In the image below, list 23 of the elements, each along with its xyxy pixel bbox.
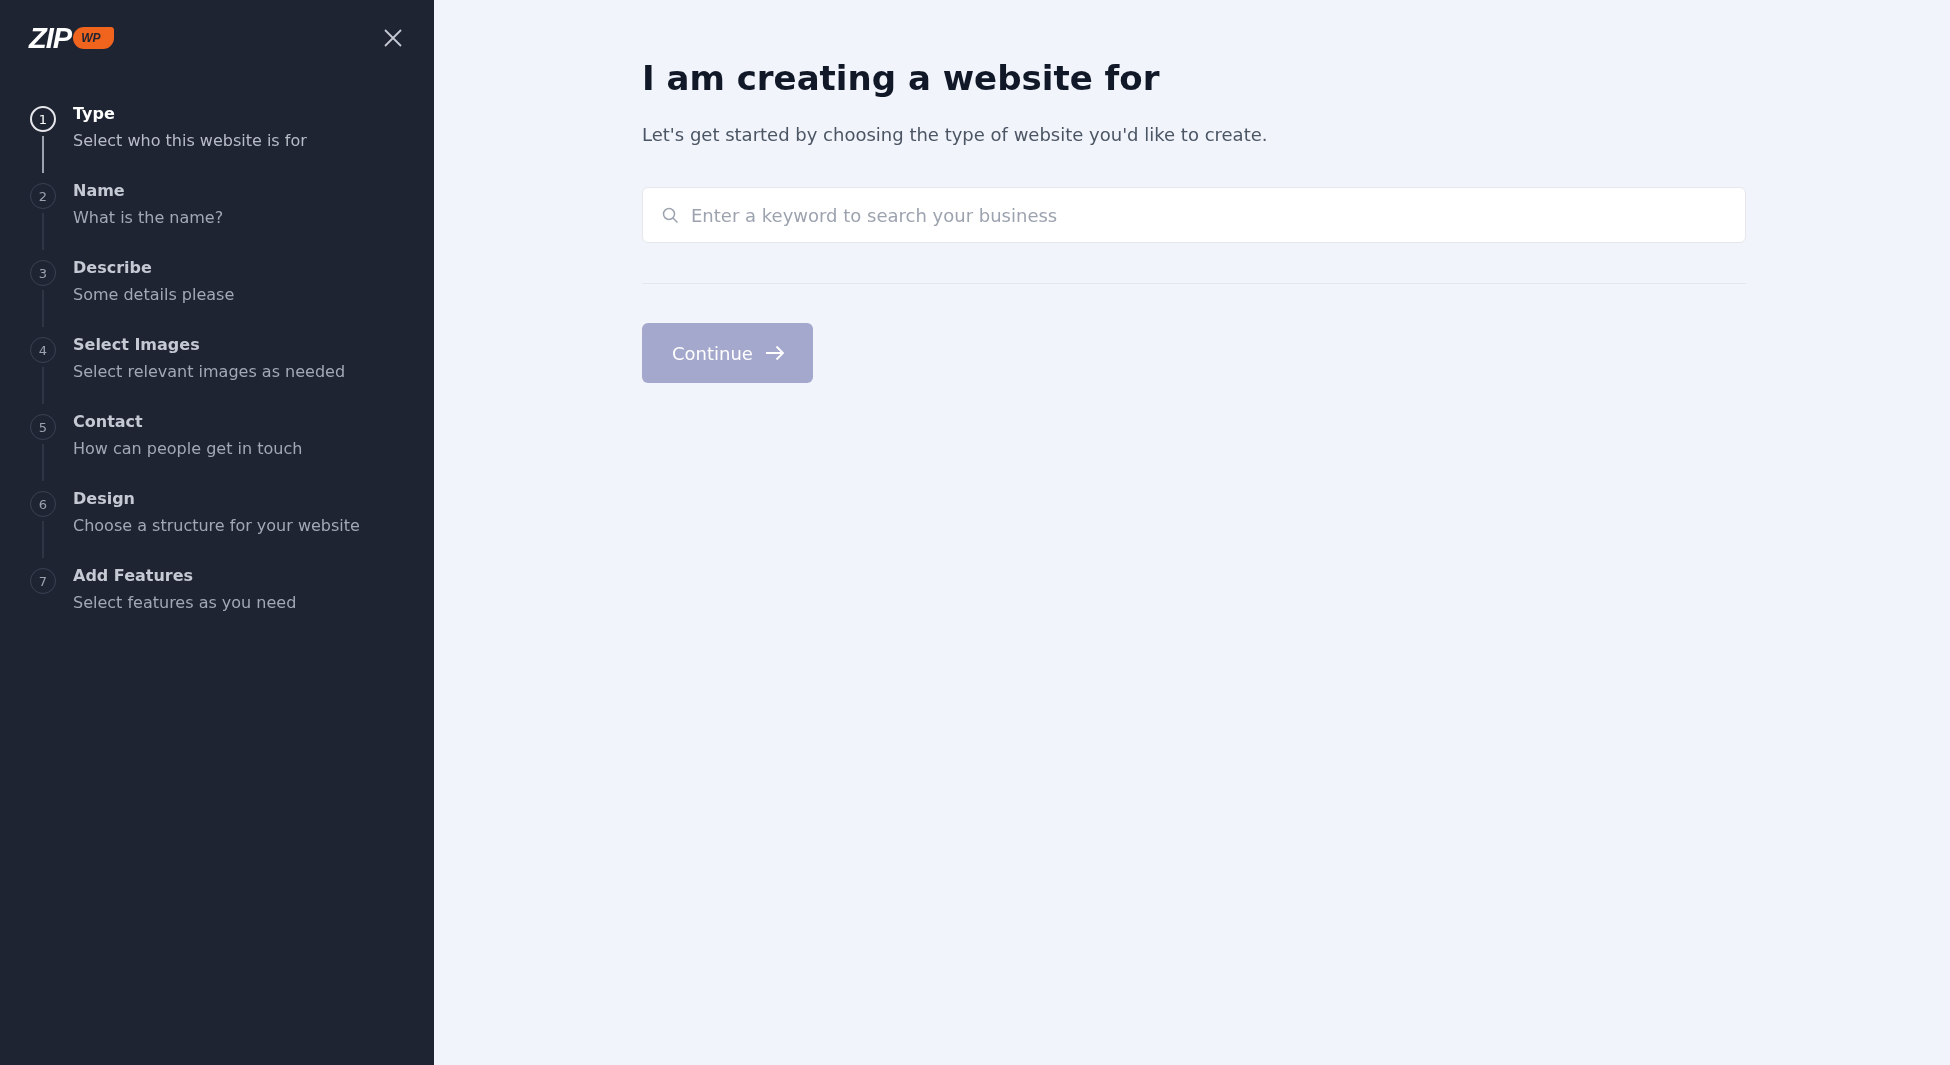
page-description: Let's get started by choosing the type of website you'd like to create. bbox=[642, 124, 1269, 145]
step-title: Select Images bbox=[73, 335, 201, 354]
step-subtitle: Select features as you need bbox=[73, 593, 297, 612]
logo-badge: WP bbox=[73, 27, 115, 49]
step-subtitle: Select relevant images as needed bbox=[73, 362, 346, 381]
step-number: 1 bbox=[30, 106, 56, 132]
arrow-icon bbox=[764, 345, 785, 361]
step-title: Contact bbox=[73, 412, 144, 431]
step-subtitle: Select who this website is for bbox=[73, 131, 307, 150]
step-subtitle: What is the name? bbox=[73, 208, 224, 227]
page-heading: I am creating a website for bbox=[642, 58, 1161, 98]
logo-text: ZIP bbox=[29, 21, 72, 55]
close-button[interactable] bbox=[382, 27, 404, 49]
step-title: Name bbox=[73, 181, 126, 200]
step-title: Add Features bbox=[73, 566, 195, 585]
step-title: Describe bbox=[73, 258, 153, 277]
step-subtitle: Choose a structure for your website bbox=[73, 516, 360, 535]
search-icon bbox=[662, 207, 679, 224]
step-subtitle: Some details please bbox=[73, 285, 235, 304]
step-title: Type bbox=[73, 104, 116, 123]
step-subtitle: How can people get in touch bbox=[73, 439, 303, 458]
search-field[interactable]: Enter a keyword to search your business bbox=[642, 187, 1746, 243]
step-title: Design bbox=[73, 489, 136, 508]
